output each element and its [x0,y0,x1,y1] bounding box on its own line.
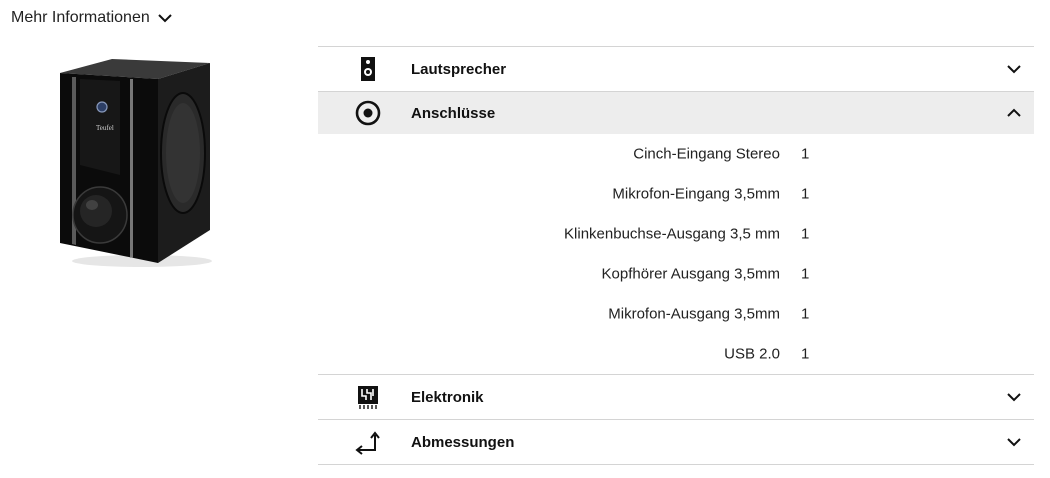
section-header-abmessungen[interactable]: Abmessungen [318,420,1034,464]
spec-label: Kopfhörer Ausgang 3,5mm [601,265,780,283]
spec-row: Mikrofon-Ausgang 3,5mm 1 [318,294,1034,334]
dimensions-icon [355,429,381,455]
more-info-toggle[interactable]: Mehr Informationen [11,8,174,28]
spec-label: Mikrofon-Eingang 3,5mm [612,185,780,203]
section-header-lautsprecher[interactable]: Lautsprecher [318,47,1034,91]
circuit-icon [355,384,381,410]
spec-value: 1 [801,265,810,283]
chevron-down-icon [1007,438,1021,447]
product-image: Teufel [50,55,220,270]
spec-row: Kopfhörer Ausgang 3,5mm 1 [318,254,1034,294]
speaker-icon [355,56,381,82]
section-anschluesse: Anschlüsse Cinch-Eingang Stereo 1 Mikrof… [318,91,1034,374]
spec-label: Cinch-Eingang Stereo [633,145,780,163]
chevron-down-icon [1007,65,1021,74]
spec-label: USB 2.0 [724,345,780,363]
spec-value: 1 [801,225,810,243]
section-title: Lautsprecher [411,60,507,78]
spec-row: Mikrofon-Eingang 3,5mm 1 [318,174,1034,214]
chevron-down-icon [158,14,172,23]
section-header-elektronik[interactable]: Elektronik [318,375,1034,419]
spec-value: 1 [801,185,810,203]
section-lautsprecher: Lautsprecher [318,46,1034,91]
connector-icon [355,100,381,126]
section-header-anschluesse[interactable]: Anschlüsse [318,92,1034,134]
spec-label: Mikrofon-Ausgang 3,5mm [608,305,780,323]
spec-label: Klinkenbuchse-Ausgang 3,5 mm [564,225,780,243]
section-title: Anschlüsse [411,104,496,122]
spec-value: 1 [801,305,810,323]
spec-value: 1 [801,145,810,163]
more-info-label: Mehr Informationen [11,9,150,26]
section-title: Elektronik [411,388,484,406]
spec-accordion: Lautsprecher Anschlüsse Cinch-Eingang St… [318,46,1034,465]
section-abmessungen: Abmessungen [318,419,1034,465]
section-title: Abmessungen [411,433,515,451]
spec-row: Cinch-Eingang Stereo 1 [318,134,1034,174]
section-elektronik: Elektronik [318,374,1034,419]
chevron-down-icon [1007,393,1021,402]
brand-logo: Teufel [96,124,114,132]
chevron-up-icon [1007,108,1021,117]
spec-value: 1 [801,345,810,363]
section-body-anschluesse: Cinch-Eingang Stereo 1 Mikrofon-Eingang … [318,134,1034,374]
spec-row: USB 2.0 1 [318,334,1034,374]
spec-row: Klinkenbuchse-Ausgang 3,5 mm 1 [318,214,1034,254]
